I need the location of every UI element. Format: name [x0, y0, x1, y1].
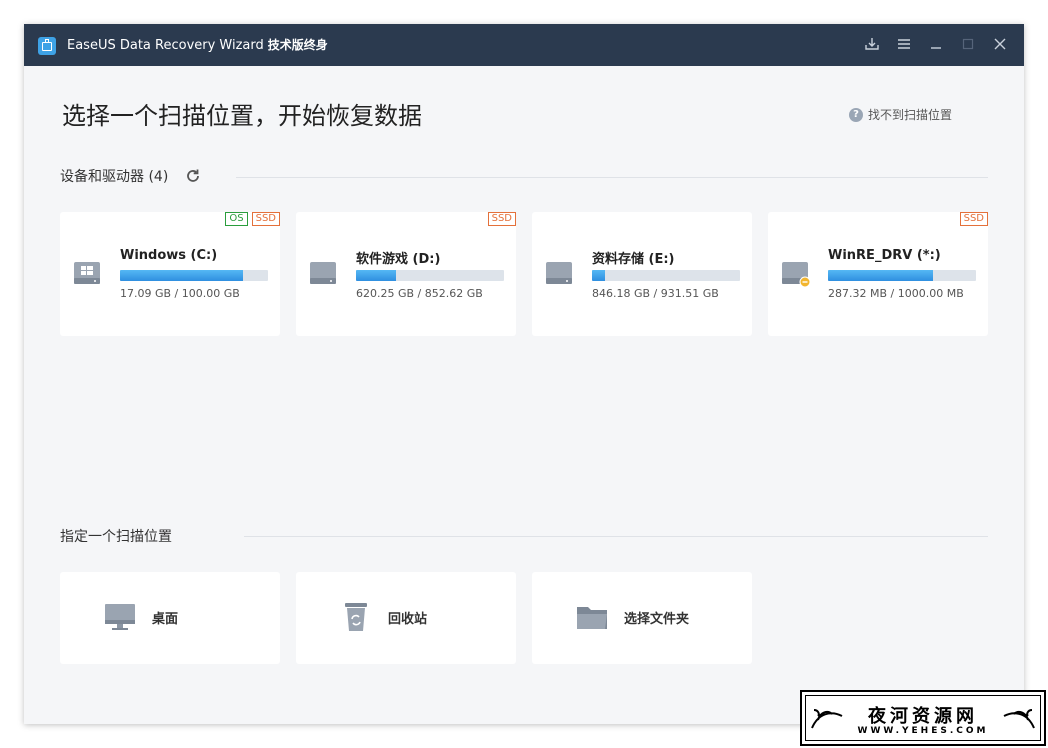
os-badge: OS: [225, 212, 248, 226]
page-title: 选择一个扫描位置，开始恢复数据: [62, 102, 422, 130]
drive-name: Windows (C:): [120, 248, 218, 263]
drive-badges: OS SSD: [225, 212, 280, 226]
close-icon[interactable]: [992, 36, 1010, 54]
menu-icon[interactable]: [896, 36, 914, 54]
drive-size: 17.09 GB / 100.00 GB: [120, 287, 240, 300]
locations-header-label: 指定一个扫描位置: [60, 529, 172, 545]
app-edition: 技术版终身: [267, 38, 328, 52]
location-recycle-bin[interactable]: 回收站: [296, 572, 516, 664]
location-label: 回收站: [388, 612, 428, 627]
folder-icon: [577, 607, 607, 629]
drive-size: 287.32 MB / 1000.00 MB: [828, 287, 964, 300]
locations-section-header: 指定一个扫描位置: [60, 526, 172, 546]
question-icon: ?: [848, 107, 863, 122]
drive-usage-fill: [120, 270, 243, 281]
section-divider: [236, 177, 988, 178]
drive-usage-fill: [356, 270, 396, 281]
hard-drive-icon: [310, 262, 336, 284]
drive-name: 资料存储 (E:): [592, 252, 675, 267]
help-link[interactable]: ? 找不到扫描位置: [848, 106, 952, 123]
hidden-drive-icon: [782, 262, 810, 288]
app-name: EaseUS Data Recovery Wizard: [67, 38, 264, 53]
maximize-icon[interactable]: [960, 36, 978, 54]
location-select-folder[interactable]: 选择文件夹: [532, 572, 752, 664]
drive-name: 软件游戏 (D:): [356, 252, 441, 267]
drive-card-d[interactable]: SSD 软件游戏 (D:) 620.25 GB / 852.62 GB: [296, 212, 516, 336]
app-title: EaseUS Data Recovery Wizard 技术版终身: [67, 36, 328, 53]
title-bar: EaseUS Data Recovery Wizard 技术版终身: [24, 24, 1024, 66]
drive-card-c[interactable]: OS SSD Windows (C:) 17.09 GB / 100.00 GB: [60, 212, 280, 336]
location-label: 选择文件夹: [624, 612, 690, 627]
ssd-badge: SSD: [959, 212, 988, 226]
drive-usage-bar: [120, 270, 268, 281]
desktop-icon: [105, 604, 135, 630]
windows-drive-icon: [74, 262, 100, 284]
drive-usage-fill: [828, 270, 934, 281]
recycle-bin-icon: [345, 603, 367, 631]
drive-usage-bar: [828, 270, 976, 281]
drive-size: 846.18 GB / 931.51 GB: [592, 287, 719, 300]
devices-section-header: 设备和驱动器 (4): [60, 166, 202, 186]
ssd-badge: SSD: [251, 212, 280, 226]
drive-badges: SSD: [487, 212, 516, 226]
drive-card-e[interactable]: 资料存储 (E:) 846.18 GB / 931.51 GB: [532, 212, 752, 336]
drive-badges: SSD: [959, 212, 988, 226]
download-icon[interactable]: [864, 36, 882, 54]
location-desktop[interactable]: 桌面: [60, 572, 280, 664]
drive-usage-bar: [356, 270, 504, 281]
drive-usage-fill: [592, 270, 606, 281]
main-content: 选择一个扫描位置，开始恢复数据 ? 找不到扫描位置 设备和驱动器 (4) OS …: [24, 66, 1024, 724]
ornament-right-icon: [1003, 709, 1035, 729]
minimize-icon[interactable]: [928, 36, 946, 54]
ssd-badge: SSD: [487, 212, 516, 226]
watermark: 夜河资源网 WWW.YEHES.COM: [800, 690, 1046, 746]
hard-drive-icon: [546, 262, 572, 284]
drive-name: WinRE_DRV (*:): [828, 248, 941, 263]
refresh-icon[interactable]: [184, 167, 202, 185]
drive-size: 620.25 GB / 852.62 GB: [356, 287, 483, 300]
app-logo-icon: [38, 37, 56, 55]
location-label: 桌面: [152, 612, 179, 627]
app-window: EaseUS Data Recovery Wizard 技术版终身 选择一个扫描位…: [24, 24, 1024, 724]
drive-card-winre[interactable]: SSD WinRE_DRV (*:) 287.32 MB / 1000.00 M…: [768, 212, 988, 336]
devices-header-label: 设备和驱动器 (4): [60, 169, 169, 185]
drive-usage-bar: [592, 270, 740, 281]
help-link-label: 找不到扫描位置: [867, 108, 952, 122]
section-divider: [244, 536, 988, 537]
